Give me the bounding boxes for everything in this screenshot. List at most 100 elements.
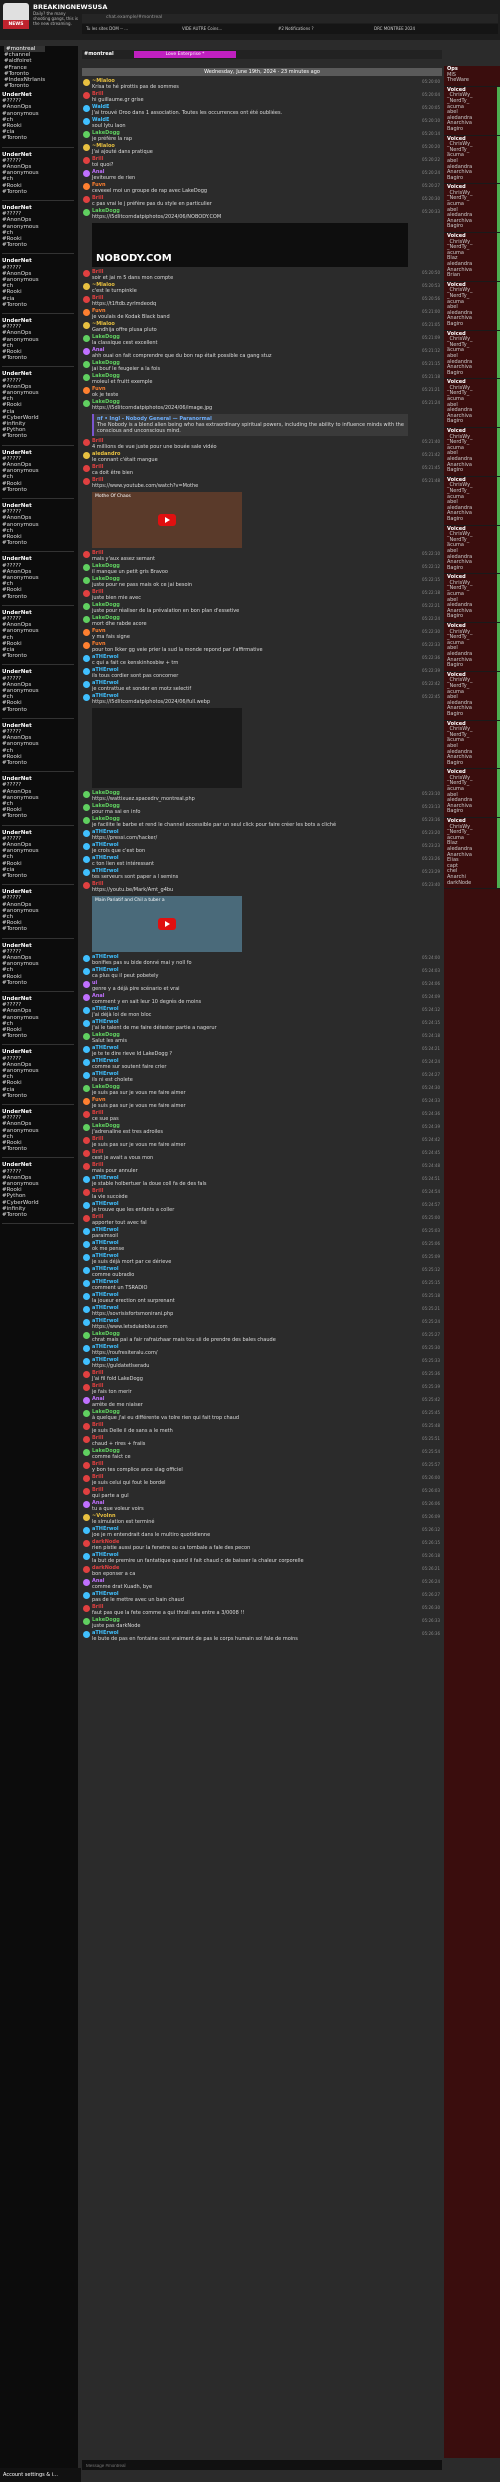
- avatar[interactable]: [83, 616, 90, 623]
- chat-message[interactable]: ~Mlaloo Krisa te hé pirottis pas de somme…: [82, 78, 442, 91]
- image-embed[interactable]: [92, 708, 242, 788]
- message-input[interactable]: [84, 2461, 442, 2470]
- avatar[interactable]: [83, 994, 90, 1001]
- avatar[interactable]: [83, 118, 90, 125]
- channel-item[interactable]: #Toronto: [2, 926, 72, 932]
- browser-tab[interactable]: #2 Notifications ?: [278, 25, 368, 33]
- avatar[interactable]: [83, 92, 90, 99]
- chat-message[interactable]: Brill la vie succède 05:24:54: [82, 1188, 442, 1201]
- user-item[interactable]: Bagiro: [447, 614, 497, 620]
- chat-message[interactable]: aTHErwol je trouve que les enfants a coll…: [82, 1201, 442, 1214]
- channel-item[interactable]: #Toronto: [2, 1146, 72, 1152]
- avatar[interactable]: [83, 1163, 90, 1170]
- chat-message[interactable]: aTHErwol le bute de pas en fontaine cest …: [82, 1630, 442, 1643]
- channel-item[interactable]: #Toronto: [2, 355, 72, 361]
- avatar[interactable]: [83, 603, 90, 610]
- chat-message[interactable]: LakeDogg juste pour ne pass mais ok ce ja…: [82, 576, 442, 589]
- user-item[interactable]: Bagiro: [447, 419, 497, 425]
- avatar[interactable]: [83, 79, 90, 86]
- account-settings-link[interactable]: Account settings & i...: [0, 2468, 81, 2482]
- user-item[interactable]: darkNode: [447, 880, 497, 887]
- chat-message[interactable]: ~Mlaloo J'ai ajouté dans pratique 05:20:20: [82, 143, 442, 156]
- avatar[interactable]: [83, 981, 90, 988]
- user-item[interactable]: Bagiro: [447, 565, 497, 572]
- user-item[interactable]: Bagiro: [447, 809, 497, 815]
- avatar[interactable]: [83, 1462, 90, 1469]
- chat-message[interactable]: LakeDogg je préfère la rap 05:20:14: [82, 130, 442, 143]
- avatar[interactable]: [83, 387, 90, 394]
- avatar[interactable]: [83, 361, 90, 368]
- channel-topic[interactable]: Love Enterprise *: [134, 51, 236, 58]
- avatar[interactable]: [83, 1215, 90, 1222]
- avatar[interactable]: [83, 1527, 90, 1534]
- chat-message[interactable]: darkNode bon eponser a ca 05:26:21: [82, 1565, 442, 1578]
- chat-message[interactable]: Brill je suis pas sur je vous me faire ai…: [82, 1136, 442, 1149]
- avatar[interactable]: [83, 1007, 90, 1014]
- user-item[interactable]: Bagiro: [447, 370, 497, 377]
- avatar[interactable]: [83, 590, 90, 597]
- chat-message[interactable]: aTHErwol https://i5dlitcorndatpiphotos/20…: [82, 693, 442, 706]
- chat-message[interactable]: LakeDogg juste pas darkNode 05:26:33: [82, 1617, 442, 1630]
- avatar[interactable]: [83, 1605, 90, 1612]
- avatar[interactable]: [83, 955, 90, 962]
- avatar[interactable]: [83, 322, 90, 329]
- chat-message[interactable]: LakeDogg à quelque j'ai eu différente va …: [82, 1409, 442, 1422]
- chat-message[interactable]: LakeDogg Salut les amis 05:24:18: [82, 1032, 442, 1045]
- chat-message[interactable]: Anal comment y en sait leur 10 degrés de …: [82, 993, 442, 1006]
- avatar[interactable]: [83, 1020, 90, 1027]
- avatar[interactable]: [83, 791, 90, 798]
- avatar[interactable]: [83, 144, 90, 151]
- chat-message[interactable]: aTHErwol ca plus qu il peut pobetely 05:24…: [82, 967, 442, 980]
- chat-message[interactable]: darkNode rien pistie aussi pour la fenetr…: [82, 1539, 442, 1552]
- chat-message[interactable]: LakeDogg https://i5dlitcorndatpiphotos/20…: [82, 208, 442, 221]
- avatar[interactable]: [83, 1384, 90, 1391]
- channel-item[interactable]: #Toronto: [2, 189, 72, 195]
- avatar[interactable]: [83, 968, 90, 975]
- chat-message[interactable]: aTHErwol https://roufresiteralu.com/05:25…: [82, 1344, 442, 1357]
- avatar[interactable]: [83, 1202, 90, 1209]
- chat-message[interactable]: Brill soir et jai m 5 dans mon compte 05:2…: [82, 269, 442, 282]
- avatar[interactable]: [83, 1345, 90, 1352]
- chat-message[interactable]: aTHErwol je crois que c'est bon 05:23:23: [82, 842, 442, 855]
- avatar[interactable]: [83, 1436, 90, 1443]
- chat-message[interactable]: Brill mais pour annuler 05:24:48: [82, 1162, 442, 1175]
- chat-message[interactable]: Brill J'ai fil fold LakeDogg 05:25:36: [82, 1370, 442, 1383]
- user-item[interactable]: Bagiro: [447, 126, 497, 133]
- avatar[interactable]: [83, 209, 90, 216]
- channel-item[interactable]: #Toronto: [2, 873, 72, 879]
- avatar[interactable]: [83, 817, 90, 824]
- avatar[interactable]: [83, 1579, 90, 1586]
- avatar[interactable]: [83, 1514, 90, 1521]
- avatar[interactable]: [83, 1254, 90, 1261]
- chat-message[interactable]: Anal Jeviteurre de rien 05:20:24: [82, 169, 442, 182]
- chat-message[interactable]: LakeDogg j'adrenaline est tres adroiles 05…: [82, 1123, 442, 1136]
- avatar[interactable]: [83, 1423, 90, 1430]
- chat-message[interactable]: Brill ca doit être bien 05:21:45: [82, 464, 442, 477]
- avatar[interactable]: [83, 1618, 90, 1625]
- user-item[interactable]: Bagiro: [447, 711, 497, 718]
- chat-message[interactable]: ~Vvolnn le simulation est terminé 05:26:09: [82, 1513, 442, 1526]
- avatar[interactable]: [83, 1176, 90, 1183]
- chat-message[interactable]: ~Mlaloo c'est le turnpinkle 05:20:53: [82, 282, 442, 295]
- chat-message[interactable]: Brill https://youtu.be/Mark/Amt_g4bu 05:23…: [82, 881, 442, 894]
- avatar[interactable]: [83, 804, 90, 811]
- avatar[interactable]: [83, 1332, 90, 1339]
- image-embed[interactable]: NOBODY.COM: [92, 223, 408, 267]
- chat-message[interactable]: aTHErwol c ton lien est intéressant 05:23:…: [82, 855, 442, 868]
- chat-message[interactable]: Brill 4 millions de vue juste pour une bo…: [82, 438, 442, 451]
- chat-message[interactable]: aTHErwol pas de le mettre avec un bain ch…: [82, 1591, 442, 1604]
- channel-item[interactable]: #Toronto: [2, 1033, 72, 1039]
- chat-message[interactable]: Anal tu a que voleur voirs 05:26:06: [82, 1500, 442, 1513]
- chat-message[interactable]: aTHErwol https://sovrisisfortsmonirani.ph…: [82, 1305, 442, 1318]
- channel-item[interactable]: #Toronto: [2, 1212, 72, 1218]
- chat-message[interactable]: Brill c pas vrai le j préfère pas du styl…: [82, 195, 442, 208]
- channel-item[interactable]: #Toronto: [2, 540, 72, 546]
- chat-message[interactable]: LakeDogg https://i5dlitcorndatpiphotos/20…: [82, 399, 442, 412]
- avatar[interactable]: [83, 1501, 90, 1508]
- avatar[interactable]: [83, 577, 90, 584]
- channel-item[interactable]: #Toronto: [2, 1093, 72, 1099]
- video-embed[interactable]: Mothe Of Chaos: [92, 492, 242, 548]
- avatar[interactable]: [83, 1371, 90, 1378]
- channel-item[interactable]: #Toronto: [2, 653, 72, 659]
- avatar[interactable]: [83, 1111, 90, 1118]
